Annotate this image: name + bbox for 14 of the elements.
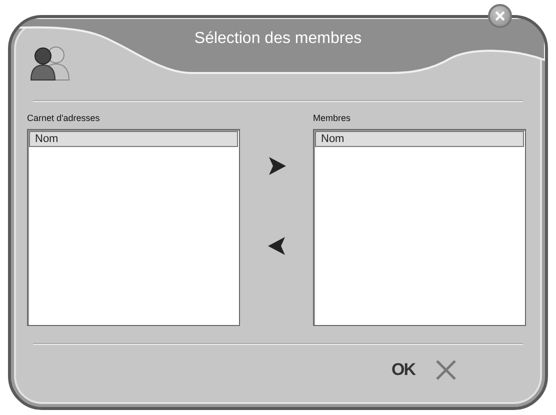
remove-arrow-icon[interactable] [266,236,286,256]
add-arrow-icon[interactable] [266,156,286,176]
window-title: Sélection des membres [193,29,363,48]
close-icon[interactable] [495,11,505,21]
column-header[interactable]: Nom [315,131,524,147]
cancel-icon[interactable] [435,359,457,381]
list-label: Membres [313,112,352,125]
address-list[interactable]: Nom [27,129,240,326]
users-icon [30,45,70,81]
close-button[interactable] [488,4,512,28]
ok-button[interactable]: OK [392,360,415,380]
list-label: Carnet d'adresses [27,112,101,125]
column-header[interactable]: Nom [29,131,238,147]
members-list[interactable]: Nom [313,129,526,326]
